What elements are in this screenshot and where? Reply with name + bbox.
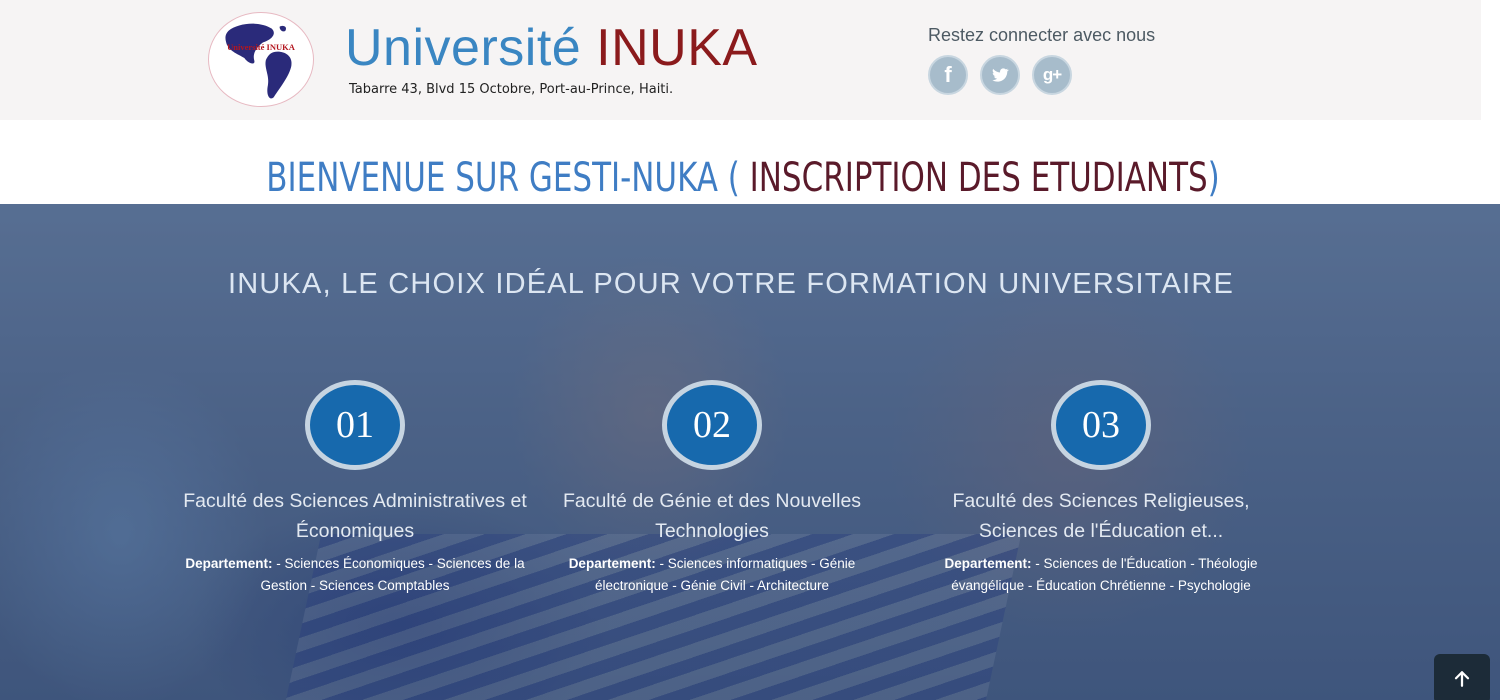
back-to-top-button[interactable] — [1434, 654, 1490, 700]
faculty-name[interactable]: Faculté de Génie et des Nouvelles Techno… — [532, 486, 892, 546]
twitter-icon — [992, 68, 1009, 82]
department-label: Departement: — [568, 556, 656, 571]
twitter-button[interactable] — [980, 55, 1020, 95]
hero-section: INUKA, LE CHOIX IDÉAL POUR VOTRE FORMATI… — [0, 204, 1500, 700]
address: Tabarre 43, Blvd 15 Octobre, Port-au-Pri… — [349, 82, 674, 97]
google-plus-icon: g+ — [1042, 65, 1062, 84]
facebook-button[interactable]: f — [928, 55, 968, 95]
faculty-number-badge: 03 — [1051, 380, 1151, 470]
welcome-part2: INSCRIPTION DES ETUDIANTS — [749, 155, 1208, 201]
department-label: Departement: — [944, 556, 1032, 571]
social-label: Restez connecter avec nous — [928, 25, 1156, 45]
department-label: Departement: — [185, 556, 273, 571]
faculty-card: Faculté des Sciences Religieuses, Scienc… — [921, 486, 1281, 597]
site-title-part2: INUKA — [596, 19, 758, 77]
welcome-part3: ) — [1207, 155, 1220, 201]
faculty-name[interactable]: Faculté des Sciences Religieuses, Scienc… — [921, 486, 1281, 546]
site-title-part1: Université — [345, 19, 582, 77]
site-header: Université INUKA Université INUKA Tabarr… — [0, 0, 1481, 120]
university-logo[interactable]: Université INUKA — [208, 12, 314, 107]
google-plus-button[interactable]: g+ — [1032, 55, 1072, 95]
faculty-card: Faculté de Génie et des Nouvelles Techno… — [532, 486, 892, 597]
faculty-departments: Departement: - Sciences de l'Éducation -… — [921, 553, 1281, 597]
welcome-heading: BIENVENUE SUR GESTI-NUKA ( INSCRIPTION D… — [104, 148, 1382, 208]
facebook-icon: f — [944, 62, 952, 87]
faculty-departments: Departement: - Sciences Économiques - Sc… — [175, 553, 535, 597]
americas-map-icon — [225, 23, 292, 99]
arrow-up-icon — [1454, 671, 1470, 687]
faculty-number-badge: 01 — [305, 380, 405, 470]
faculty-departments: Departement: - Sciences informatiques - … — [532, 553, 892, 597]
logo-text: Université INUKA — [227, 42, 295, 52]
hero-title: INUKA, LE CHOIX IDÉAL POUR VOTRE FORMATI… — [227, 268, 1235, 300]
site-title[interactable]: Université INUKA — [345, 18, 758, 78]
faculty-card: Faculté des Sciences Administratives et … — [175, 486, 535, 597]
welcome-part1: BIENVENUE SUR GESTI-NUKA ( — [266, 155, 740, 201]
faculty-number-badge: 02 — [662, 380, 762, 470]
department-list: - Sciences Économiques - Sciences de la … — [260, 556, 525, 593]
faculty-name[interactable]: Faculté des Sciences Administratives et … — [175, 486, 535, 546]
